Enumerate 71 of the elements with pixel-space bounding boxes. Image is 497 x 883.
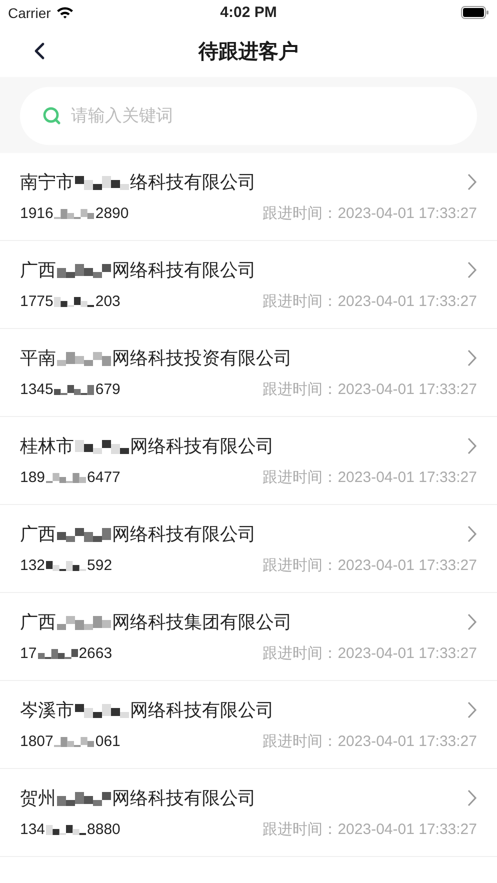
company-name[interactable]: 广西 — [20, 610, 56, 634]
company-name[interactable]: 网络科技有限公司 — [112, 522, 256, 546]
mosaic-icon — [54, 382, 94, 396]
chevron-icon[interactable] — [467, 701, 477, 719]
mosaic-icon — [46, 822, 86, 836]
follow-up-time: 跟进时间：2023-04-01 17:33:27 — [262, 204, 477, 223]
follow-up-time: 跟进时间：2023-04-01 17:33:27 — [262, 644, 477, 663]
phone-number: 1345 — [20, 381, 54, 398]
battery-icon — [461, 6, 490, 19]
company-name[interactable]: 网络科技投资有限公司 — [112, 346, 292, 370]
status-time: 4:02 PM — [220, 4, 277, 21]
mosaic-icon — [54, 206, 94, 220]
mosaic-icon — [57, 614, 111, 630]
chevron-icon[interactable] — [467, 525, 477, 543]
mosaic-icon — [54, 734, 94, 748]
mosaic-icon — [46, 558, 86, 572]
company-name[interactable]: 网络科技有限公司 — [130, 698, 274, 722]
chevron-icon[interactable] — [467, 173, 477, 191]
follow-up-time: 跟进时间：2023-04-01 17:33:27 — [262, 468, 477, 487]
chevron-icon[interactable] — [467, 613, 477, 631]
chevron-icon[interactable] — [467, 261, 477, 279]
phone-number: 203 — [95, 293, 120, 310]
mosaic-icon — [57, 526, 111, 542]
mosaic-icon — [75, 702, 129, 718]
company-name[interactable]: 网络科技有限公司 — [130, 434, 274, 458]
search-field[interactable]: 请输入关键词 — [20, 87, 477, 145]
follow-up-time: 跟进时间：2023-04-01 17:33:27 — [262, 380, 477, 399]
phone-number: 2663 — [78, 645, 112, 662]
mosaic-icon — [57, 350, 111, 366]
company-name[interactable]: 桂林市 — [20, 434, 74, 458]
phone-number: 679 — [95, 381, 120, 398]
company-name[interactable]: 贺州 — [20, 786, 56, 810]
wifi-icon — [56, 6, 74, 19]
company-name[interactable]: 络科技有限公司 — [130, 170, 256, 194]
follow-up-time: 跟进时间：2023-04-01 17:33:27 — [262, 820, 477, 839]
phone-number: 1916 — [20, 205, 54, 222]
company-name[interactable]: 网络科技有限公司 — [112, 786, 256, 810]
chevron-icon[interactable] — [467, 437, 477, 455]
phone-number: 2890 — [95, 205, 129, 222]
company-name[interactable]: 南宁市 — [20, 170, 74, 194]
company-name[interactable]: 平南 — [20, 346, 56, 370]
mosaic-icon — [57, 262, 111, 278]
phone-number: 189 — [20, 469, 46, 486]
phone-number: 1775 — [20, 293, 54, 310]
follow-up-time: 跟进时间：2023-04-01 17:33:27 — [262, 292, 477, 311]
phone-number: 8880 — [87, 821, 120, 838]
company-name[interactable]: 网络科技集团有限公司 — [112, 610, 292, 634]
company-name[interactable]: 广西 — [20, 522, 56, 546]
phone-number: 6477 — [87, 469, 120, 486]
follow-up-time: 跟进时间：2023-04-01 17:33:27 — [262, 556, 477, 575]
carrier-label: Carrier — [8, 4, 51, 20]
phone-number: 132 — [20, 557, 46, 574]
phone-number: 17 — [20, 645, 37, 662]
chevron-icon[interactable] — [467, 789, 477, 807]
phone-number: 1807 — [20, 733, 54, 750]
mosaic-icon — [38, 646, 78, 660]
mosaic-icon — [46, 470, 86, 484]
follow-up-time: 跟进时间：2023-04-01 17:33:27 — [262, 732, 477, 751]
company-name[interactable]: 广西 — [20, 258, 56, 282]
mosaic-icon — [75, 174, 129, 190]
chevron-icon[interactable] — [467, 349, 477, 367]
phone-number: 134 — [20, 821, 46, 838]
mosaic-icon — [54, 294, 94, 308]
page-title: 待跟进客户 — [198, 38, 298, 64]
company-name[interactable]: 岑溪市 — [20, 698, 74, 722]
phone-number: 061 — [95, 733, 120, 750]
company-name[interactable]: 网络科技有限公司 — [112, 258, 256, 282]
back-icon[interactable] — [33, 42, 45, 60]
mosaic-icon — [75, 438, 129, 454]
mosaic-icon — [57, 790, 111, 806]
phone-number: 592 — [87, 557, 112, 574]
